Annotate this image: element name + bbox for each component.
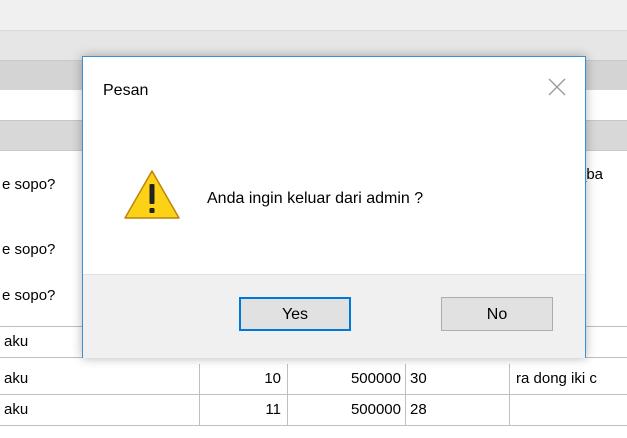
table-cell: 28 bbox=[406, 395, 510, 425]
table-cell bbox=[510, 395, 627, 425]
toolbar-area bbox=[0, 0, 627, 30]
dialog-title: Pesan bbox=[103, 82, 149, 99]
no-button[interactable]: No bbox=[441, 297, 553, 331]
grid-cell-fragment: e sopo? bbox=[2, 241, 56, 258]
table-row[interactable]: aku 10 500000 30 ra dong iki c bbox=[0, 364, 627, 395]
message-dialog: Pesan Anda ingin keluar dari admin ? Yes… bbox=[82, 56, 586, 358]
close-icon[interactable] bbox=[545, 75, 569, 99]
grid-cell-fragment: e sopo? bbox=[2, 176, 56, 193]
table-row[interactable]: aku 11 500000 28 bbox=[0, 395, 627, 426]
grid-cell-fragment: e sopo? bbox=[2, 287, 56, 304]
table-cell: 500000 bbox=[288, 364, 406, 394]
warning-icon bbox=[123, 169, 181, 221]
dialog-button-bar: Yes No bbox=[83, 274, 585, 358]
table-cell: aku bbox=[0, 395, 200, 425]
table-cell: ra dong iki c bbox=[516, 370, 597, 387]
table-cell: 30 bbox=[406, 364, 510, 394]
yes-button[interactable]: Yes bbox=[239, 297, 351, 331]
dialog-message: Anda ingin keluar dari admin ? bbox=[207, 190, 424, 207]
table-cell: aku bbox=[0, 364, 200, 394]
table-cell: 11 bbox=[200, 395, 288, 425]
table-cell: 10 bbox=[200, 364, 288, 394]
table-cell: 500000 bbox=[288, 395, 406, 425]
